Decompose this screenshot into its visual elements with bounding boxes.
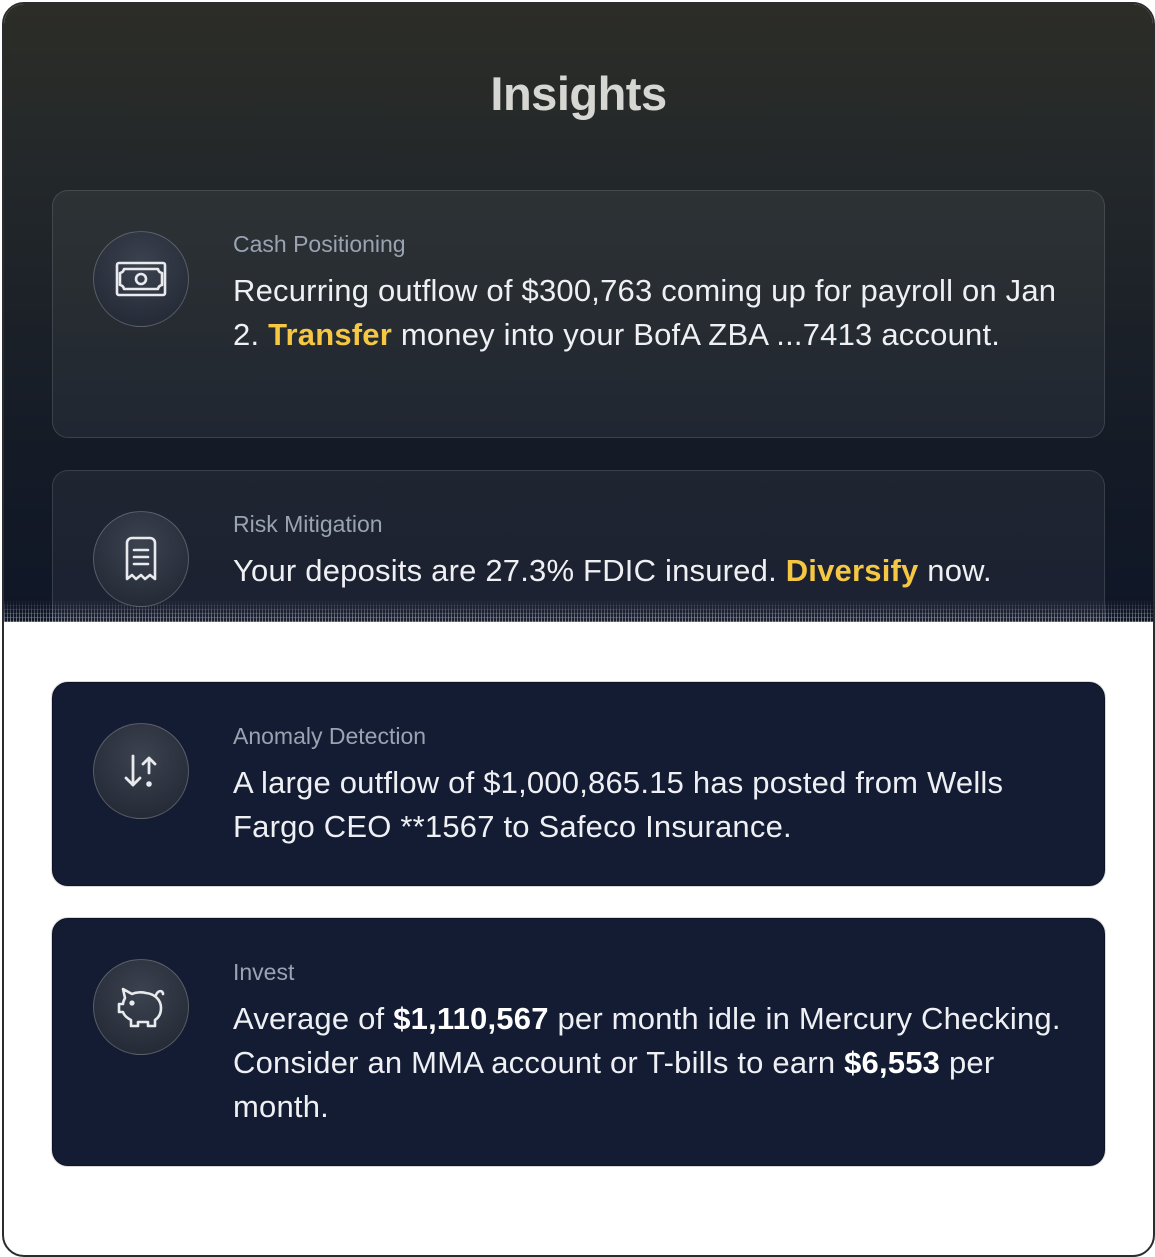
insight-category: Invest — [233, 959, 295, 985]
insights-panel: Insights Cash Positioning Recurring outf… — [2, 2, 1155, 1257]
insight-message: Average of $1,110,567 per month idle in … — [233, 997, 1083, 1129]
cash-icon — [93, 231, 189, 327]
insight-category: Cash Positioning — [233, 231, 406, 257]
transfer-link[interactable]: Transfer — [268, 317, 392, 352]
insight-message: A large outflow of $1,000,865.15 has pos… — [233, 765, 1004, 844]
message-text: Average of — [233, 1001, 394, 1036]
diversify-link[interactable]: Diversify — [786, 553, 919, 588]
piggy-bank-icon — [93, 959, 189, 1055]
insight-category: Anomaly Detection — [233, 723, 427, 749]
insight-card-cash-positioning: Cash Positioning Recurring outflow of $3… — [52, 190, 1105, 438]
insight-card-anomaly-detection: Anomaly Detection A large outflow of $1,… — [52, 682, 1105, 886]
earn-amount: $6,553 — [844, 1045, 941, 1080]
insight-category: Risk Mitigation — [233, 511, 383, 537]
message-text: money into your BofA ZBA ...7413 account… — [392, 317, 1001, 352]
receipt-icon — [93, 511, 189, 607]
insight-message: Recurring outflow of $300,763 coming up … — [233, 269, 1083, 357]
insight-card-invest: Invest Average of $1,110,567 per month i… — [52, 918, 1105, 1166]
arrows-up-down-icon — [93, 723, 189, 819]
idle-amount: $1,110,567 — [393, 1001, 549, 1036]
page-title: Insights — [490, 67, 667, 120]
insight-message: Your deposits are 27.3% FDIC insured. Di… — [233, 549, 1083, 593]
message-text: Your deposits are 27.3% FDIC insured. — [233, 553, 786, 588]
message-text: now. — [918, 553, 992, 588]
insight-card-risk-mitigation: Risk Mitigation Your deposits are 27.3% … — [52, 470, 1105, 650]
